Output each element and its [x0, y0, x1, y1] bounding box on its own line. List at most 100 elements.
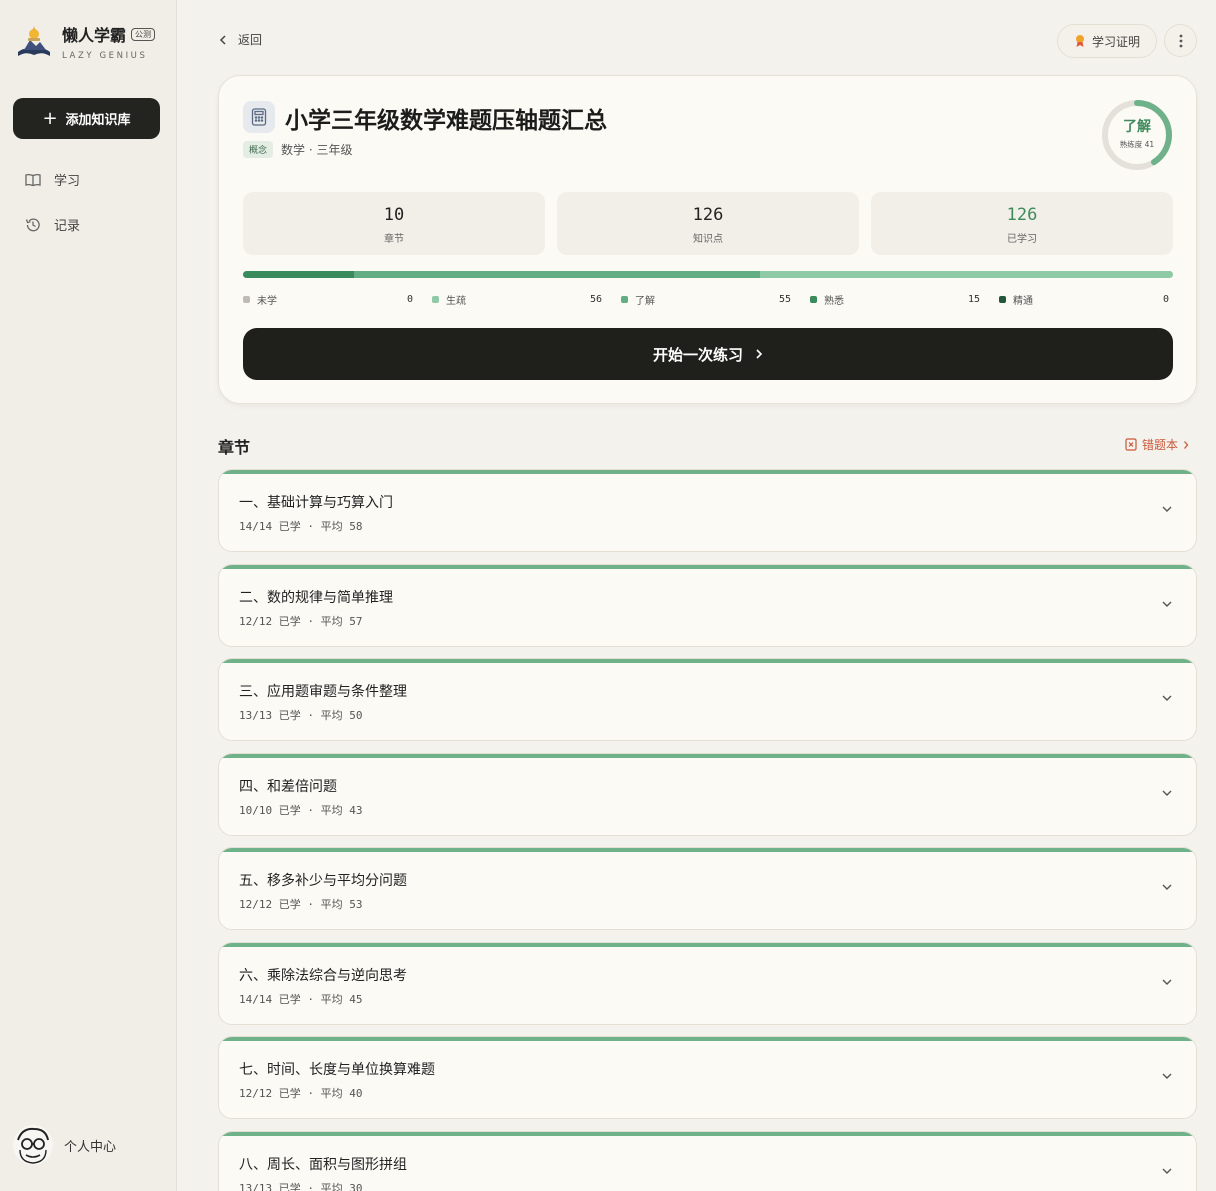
- start-practice-label: 开始一次练习: [652, 345, 743, 364]
- mastery-text: 了解 熟练度 41: [1100, 116, 1174, 150]
- chapter-title: 六、乘除法综合与逆向思考: [239, 967, 407, 984]
- chapter-card[interactable]: 二、数的规律与简单推理 12/12 已学 · 平均 57: [218, 563, 1197, 647]
- chevron-down-icon[interactable]: [1160, 1069, 1174, 1083]
- sidebar-item-history[interactable]: 记录: [24, 215, 80, 234]
- chevron-left-icon: [219, 34, 226, 45]
- page-title: 小学三年级数学难题压轴题汇总: [285, 107, 607, 134]
- chapter-card[interactable]: 三、应用题审题与条件整理 13/13 已学 · 平均 50: [218, 658, 1197, 741]
- medal-icon: [1075, 35, 1084, 47]
- legend-swatch: [999, 296, 1006, 303]
- chapter-card[interactable]: 四、和差倍问题 10/10 已学 · 平均 43: [218, 752, 1197, 836]
- chapter-title: 一、基础计算与巧算入门: [239, 495, 393, 511]
- mastery-legend: 未学 0 生疏 56 了解 55 熟悉 15 精通 0: [243, 292, 1173, 307]
- legend-label: 熟悉: [824, 296, 844, 307]
- stat-label: 章节: [384, 234, 404, 245]
- legend-swatch: [432, 296, 439, 303]
- legend-item-unfamiliar: 生疏 56: [432, 292, 602, 307]
- distribution-segment: [353, 271, 760, 278]
- legend-count: 55: [778, 294, 791, 305]
- chapter-title: 四、和差倍问题: [239, 778, 337, 795]
- legend-label: 了解: [635, 296, 655, 307]
- chapter-stats: 12/12 已学 · 平均 53: [239, 898, 363, 911]
- chevron-down-icon[interactable]: [1160, 880, 1174, 894]
- chevron-down-icon[interactable]: [1160, 786, 1174, 800]
- brand-name: 懒人学霸: [62, 26, 127, 45]
- chapter-stats: 10/10 已学 · 平均 43: [239, 803, 363, 817]
- more-options-button[interactable]: [1164, 24, 1197, 57]
- chapter-card[interactable]: 八、周长、面积与图形拼组 13/13 已学 · 平均 30: [218, 1130, 1197, 1191]
- back-label: 返回: [238, 33, 263, 47]
- legend-swatch: [243, 296, 250, 303]
- back-button[interactable]: 返回: [218, 31, 262, 48]
- stat-value: 10: [383, 205, 405, 225]
- chapter-progress-bar: [219, 1131, 1196, 1136]
- chapter-card[interactable]: 六、乘除法综合与逆向思考 14/14 已学 · 平均 45: [218, 941, 1197, 1025]
- distribution-segment: [759, 271, 1173, 278]
- subject-grade: 数学 · 三年级: [281, 143, 353, 157]
- learning-certificate-button[interactable]: 学习证明: [1057, 24, 1157, 58]
- legend-item-understood: 了解 55: [621, 292, 791, 307]
- stat-value: 126: [1006, 205, 1038, 225]
- stat-label: 知识点: [693, 234, 723, 245]
- profile-label: 个人中心: [64, 1139, 117, 1155]
- chapter-stats: 14/14 已学 · 平均 58: [239, 520, 363, 533]
- stat-knowledge-points: 126 知识点: [557, 192, 859, 255]
- chapter-card[interactable]: 五、移多补少与平均分问题 12/12 已学 · 平均 53: [218, 847, 1197, 930]
- sidebar-item-study[interactable]: 学习: [24, 170, 80, 189]
- chapter-progress-bar: [219, 942, 1196, 947]
- chapter-title: 八、周长、面积与图形拼组: [239, 1156, 407, 1173]
- chevron-down-icon[interactable]: [1160, 1164, 1174, 1178]
- stat-learned: 126 已学习: [871, 192, 1173, 255]
- legend-count: 0: [406, 294, 413, 305]
- chapter-progress-bar: [219, 470, 1196, 474]
- chevron-right-icon: [756, 349, 763, 359]
- chapter-title: 二、数的规律与简单推理: [239, 589, 393, 606]
- legend-swatch: [621, 296, 628, 303]
- chapter-card[interactable]: 一、基础计算与巧算入门 14/14 已学 · 平均 58: [218, 469, 1197, 552]
- mastery-level: 了解: [1123, 119, 1151, 135]
- stat-label: 已学习: [1007, 234, 1037, 245]
- mistake-book-link[interactable]: 错题本: [1125, 436, 1189, 453]
- chapter-title: 三、应用题审题与条件整理: [239, 684, 407, 700]
- category-tag: 概念: [243, 141, 274, 158]
- add-knowledge-base-label: 添加知识库: [65, 113, 131, 128]
- chapter-progress-bar: [219, 753, 1196, 758]
- legend-item-familiar: 熟悉 15: [810, 292, 980, 307]
- chapter-stats: 12/12 已学 · 平均 57: [239, 614, 363, 628]
- course-overview-card: 小学三年级数学难题压轴题汇总 概念 数学 · 三年级 了解 熟练度 41 10 …: [218, 75, 1197, 404]
- profile-link[interactable]: 个人中心: [12, 1124, 116, 1166]
- chapter-card[interactable]: 七、时间、长度与单位换算难题 12/12 已学 · 平均 40: [218, 1036, 1197, 1119]
- legend-item-mastered: 精通 0: [999, 292, 1169, 307]
- chevron-down-icon[interactable]: [1160, 691, 1174, 705]
- sidebar-item-label: 记录: [54, 219, 81, 234]
- chapter-progress-bar: [219, 848, 1196, 852]
- chapter-stats: 12/12 已学 · 平均 40: [239, 1087, 363, 1100]
- legend-count: 15: [967, 294, 980, 305]
- chapter-progress-bar: [219, 659, 1196, 663]
- calculator-icon: [243, 101, 275, 133]
- chevron-down-icon[interactable]: [1160, 597, 1174, 611]
- add-knowledge-base-button[interactable]: + 添加知识库: [13, 98, 160, 139]
- legend-count: 56: [589, 294, 602, 305]
- legend-label: 未学: [257, 296, 277, 307]
- chapter-title: 五、移多补少与平均分问题: [239, 873, 407, 889]
- chapter-stats: 13/13 已学 · 平均 30: [239, 1181, 363, 1191]
- certificate-label: 学习证明: [1091, 34, 1140, 49]
- mastery-score: 熟练度 41: [1119, 140, 1155, 149]
- chapter-progress-bar: [219, 1037, 1196, 1041]
- chevron-down-icon[interactable]: [1160, 502, 1174, 516]
- more-vertical-icon: [1179, 34, 1182, 47]
- sidebar-item-label: 学习: [54, 174, 81, 189]
- chapters-heading: 章节: [218, 438, 251, 457]
- sidebar: 懒人学霸 公测 LAZY GENIUS + 添加知识库 学习 记录 个人中心: [0, 0, 177, 1191]
- chapter-stats: 14/14 已学 · 平均 45: [239, 992, 363, 1006]
- avatar: [13, 1125, 53, 1165]
- chevron-down-icon[interactable]: [1160, 975, 1174, 989]
- brand[interactable]: 懒人学霸 公测 LAZY GENIUS: [14, 22, 156, 62]
- start-practice-button[interactable]: 开始一次练习: [243, 328, 1173, 380]
- legend-item-unlearned: 未学 0: [243, 292, 413, 307]
- chevron-right-icon: [1184, 440, 1189, 449]
- distribution-segment: [243, 271, 354, 278]
- mistake-book-icon: [1125, 438, 1137, 451]
- course-meta-row: 概念 数学 · 三年级: [243, 141, 352, 158]
